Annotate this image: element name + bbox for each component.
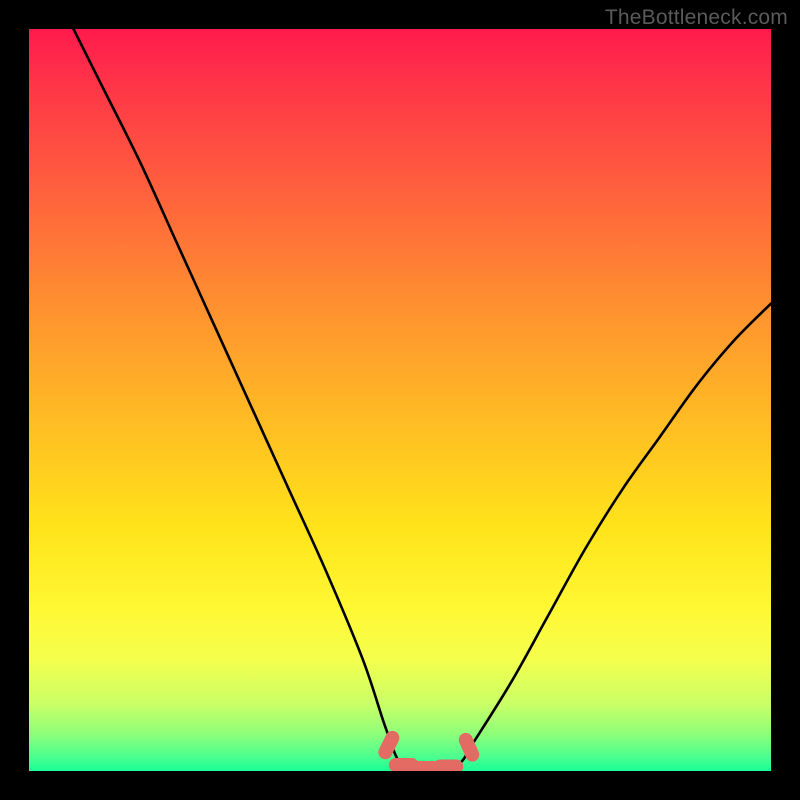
bottleneck-curve-line <box>74 29 771 771</box>
chart-svg <box>29 29 771 771</box>
chart-plot-area <box>29 29 771 771</box>
chart-stage: TheBottleneck.com <box>0 0 800 800</box>
watermark-label: TheBottleneck.com <box>605 6 788 30</box>
minimum-marker-left <box>376 728 402 761</box>
minimum-marker-flat3 <box>433 760 463 771</box>
minimum-marker-group <box>376 728 482 771</box>
